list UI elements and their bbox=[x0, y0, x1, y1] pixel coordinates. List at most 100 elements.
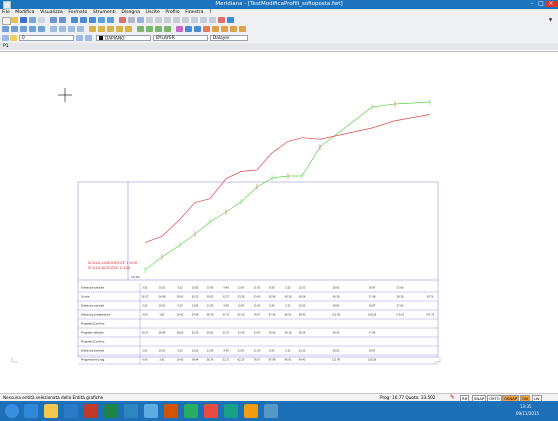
open-icon[interactable] bbox=[11, 17, 18, 23]
layer-manager-icon[interactable] bbox=[2, 35, 9, 41]
menu-visualizza[interactable]: Visualizza bbox=[38, 9, 65, 16]
table-cell: 13.82 bbox=[192, 305, 199, 308]
menu-help[interactable]: ? bbox=[207, 9, 213, 16]
trim-icon[interactable] bbox=[89, 26, 96, 32]
clock-date[interactable]: 09/11/2015 bbox=[516, 411, 539, 416]
publisher-icon[interactable] bbox=[184, 404, 198, 418]
help-icon[interactable] bbox=[227, 17, 234, 23]
layer-icon[interactable] bbox=[119, 17, 126, 23]
scale-icon[interactable] bbox=[77, 26, 84, 32]
tab-p1[interactable]: P1 bbox=[0, 44, 9, 49]
new-icon[interactable] bbox=[2, 17, 11, 25]
linetype-select[interactable]: BYLAYER bbox=[153, 35, 208, 41]
close-icon[interactable]: × bbox=[545, 1, 557, 7]
excel-icon[interactable] bbox=[104, 404, 118, 418]
menu-disegna[interactable]: Disegna bbox=[119, 9, 142, 16]
redo-icon[interactable] bbox=[59, 17, 66, 23]
hatch-icon[interactable] bbox=[164, 17, 171, 23]
info-icon[interactable] bbox=[239, 26, 246, 32]
line-icon[interactable] bbox=[2, 26, 9, 32]
access-icon[interactable] bbox=[84, 404, 98, 418]
array-icon[interactable] bbox=[125, 26, 132, 32]
preview-icon[interactable] bbox=[38, 17, 45, 23]
settings-icon[interactable] bbox=[230, 26, 237, 32]
text-icon[interactable] bbox=[155, 17, 162, 23]
insert-icon[interactable] bbox=[182, 17, 189, 23]
table-cell: 19.87 bbox=[369, 287, 376, 290]
start-icon[interactable] bbox=[5, 404, 19, 418]
measure-icon[interactable] bbox=[146, 17, 153, 23]
folder-icon[interactable] bbox=[244, 404, 258, 418]
menu-finestra[interactable]: Finestra bbox=[183, 9, 205, 16]
rectangle-icon[interactable] bbox=[38, 26, 45, 32]
break-icon[interactable] bbox=[155, 26, 162, 32]
mirror-icon[interactable] bbox=[116, 26, 123, 32]
media-icon[interactable] bbox=[64, 404, 78, 418]
rotate-icon[interactable] bbox=[68, 26, 75, 32]
import-icon[interactable] bbox=[221, 26, 228, 32]
table-cell: 3.61 bbox=[142, 287, 148, 290]
profile-drawing: Distanze parziali 3.61 15.81 5.52 13.82 13.95… bbox=[11, 88, 441, 365]
word-icon[interactable] bbox=[124, 404, 138, 418]
save-icon[interactable] bbox=[20, 17, 27, 23]
arc-icon[interactable] bbox=[29, 26, 36, 32]
zoom-extents-icon[interactable] bbox=[107, 17, 114, 23]
minimize-icon[interactable]: – bbox=[528, 1, 536, 7]
table-cell: 13.82 bbox=[192, 287, 199, 290]
circle-icon[interactable] bbox=[20, 26, 27, 32]
section-icon[interactable] bbox=[185, 26, 192, 32]
xref-icon[interactable] bbox=[191, 17, 198, 23]
properties-icon[interactable] bbox=[128, 17, 135, 23]
lineweight-select[interactable]: Dalayer bbox=[210, 35, 248, 41]
menu-uscite[interactable]: Uscite bbox=[144, 9, 162, 16]
menu-modifica[interactable]: Modifica bbox=[13, 9, 36, 16]
polyline-icon[interactable] bbox=[11, 26, 18, 32]
maximize-icon[interactable]: □ bbox=[537, 1, 545, 7]
color-select[interactable]: DAPIANO bbox=[96, 35, 151, 42]
table-row-label: Distanze progressive bbox=[81, 313, 111, 317]
print-icon[interactable] bbox=[29, 17, 36, 23]
chamfer-icon[interactable] bbox=[146, 26, 153, 32]
app-icon-2[interactable] bbox=[164, 404, 178, 418]
layer-state-icon[interactable] bbox=[76, 35, 83, 41]
explode-icon[interactable] bbox=[164, 26, 171, 32]
report-icon[interactable] bbox=[203, 26, 210, 32]
ie-icon[interactable] bbox=[24, 404, 38, 418]
clock-time[interactable]: 13:35 bbox=[520, 404, 532, 409]
pan-icon[interactable] bbox=[98, 17, 105, 23]
extend-icon[interactable] bbox=[98, 26, 105, 32]
table-cell: 27.66 bbox=[397, 305, 404, 308]
zoom-in-icon[interactable] bbox=[71, 17, 78, 23]
lightbulb-icon[interactable] bbox=[10, 35, 17, 41]
app-icon-3[interactable] bbox=[224, 404, 238, 418]
block-icon[interactable] bbox=[173, 17, 180, 23]
export-icon[interactable] bbox=[212, 26, 219, 32]
erase-icon[interactable] bbox=[218, 17, 225, 23]
plot-icon[interactable] bbox=[209, 17, 216, 23]
zoom-out-icon[interactable] bbox=[80, 17, 87, 23]
table-cell: 150.26 bbox=[368, 314, 377, 317]
offset-icon[interactable] bbox=[107, 26, 114, 32]
image-icon[interactable] bbox=[200, 17, 207, 23]
grid-icon[interactable] bbox=[194, 26, 201, 32]
fillet-icon[interactable] bbox=[137, 26, 144, 32]
toolbar-options-icon[interactable]: ▼ bbox=[549, 17, 555, 23]
undo-icon[interactable] bbox=[50, 17, 57, 23]
layer-select[interactable]: 0 bbox=[19, 35, 74, 41]
menu-strumenti[interactable]: Strumenti bbox=[91, 9, 118, 16]
powerpoint-icon[interactable] bbox=[204, 404, 218, 418]
zoom-window-icon[interactable] bbox=[89, 17, 96, 23]
explorer-icon[interactable] bbox=[44, 404, 58, 418]
meridiana-icon[interactable] bbox=[144, 404, 158, 418]
app-icon-4[interactable] bbox=[264, 404, 278, 418]
menu-formato[interactable]: Formato bbox=[66, 9, 89, 16]
layer-previous-icon[interactable] bbox=[85, 35, 92, 41]
table-row-label: Distanze parziali bbox=[81, 349, 104, 353]
menu-file[interactable]: File bbox=[0, 9, 12, 16]
profile-icon[interactable] bbox=[176, 26, 183, 32]
drawing-canvas[interactable]: Distanze parziali 3.61 15.81 5.52 13.82 13.95… bbox=[0, 51, 558, 394]
copy-icon[interactable] bbox=[50, 26, 57, 32]
move-icon[interactable] bbox=[59, 26, 66, 32]
menu-profilo[interactable]: Profilo bbox=[163, 9, 181, 16]
match-icon[interactable] bbox=[137, 17, 144, 23]
